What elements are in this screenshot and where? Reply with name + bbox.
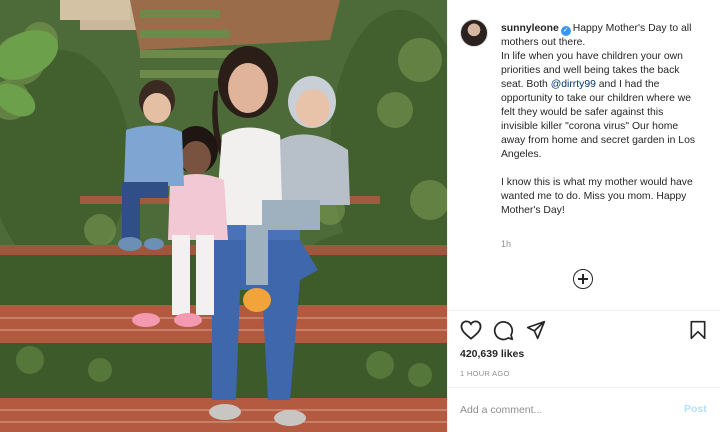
comment-input[interactable] — [460, 402, 660, 418]
share-icon[interactable] — [526, 320, 546, 340]
mention-link[interactable]: @dirrty99 — [551, 79, 596, 90]
avatar[interactable] — [460, 19, 488, 47]
action-bar — [460, 320, 710, 344]
verified-badge-icon: ✓ — [560, 26, 571, 36]
post-timestamp[interactable]: 1 HOUR AGO — [460, 369, 510, 378]
divider — [448, 310, 720, 311]
caption-paragraph-part2: and I had the opportunity to take our ch… — [501, 79, 696, 160]
post-photo[interactable] — [0, 0, 447, 432]
plus-circle-icon[interactable] — [573, 269, 593, 289]
heart-icon[interactable] — [460, 320, 482, 340]
caption-timestamp[interactable]: 1h — [501, 239, 511, 249]
caption-paragraph-second: I know this is what my mother would have… — [501, 177, 693, 216]
post-details-panel: sunnyleone ✓ Happy Mother's Day to all mot… — [447, 0, 720, 432]
post-caption: sunnyleone ✓ Happy Mother's Day to all mot… — [501, 22, 699, 232]
divider — [448, 387, 720, 388]
comment-icon[interactable] — [493, 320, 514, 341]
post-photo-illustration — [0, 0, 447, 432]
bookmark-icon[interactable] — [689, 320, 707, 340]
username-link[interactable]: sunnyleone — [501, 23, 559, 34]
likes-count[interactable]: 420,639 likes — [460, 348, 524, 360]
post-comment-button[interactable]: Post — [684, 403, 707, 415]
